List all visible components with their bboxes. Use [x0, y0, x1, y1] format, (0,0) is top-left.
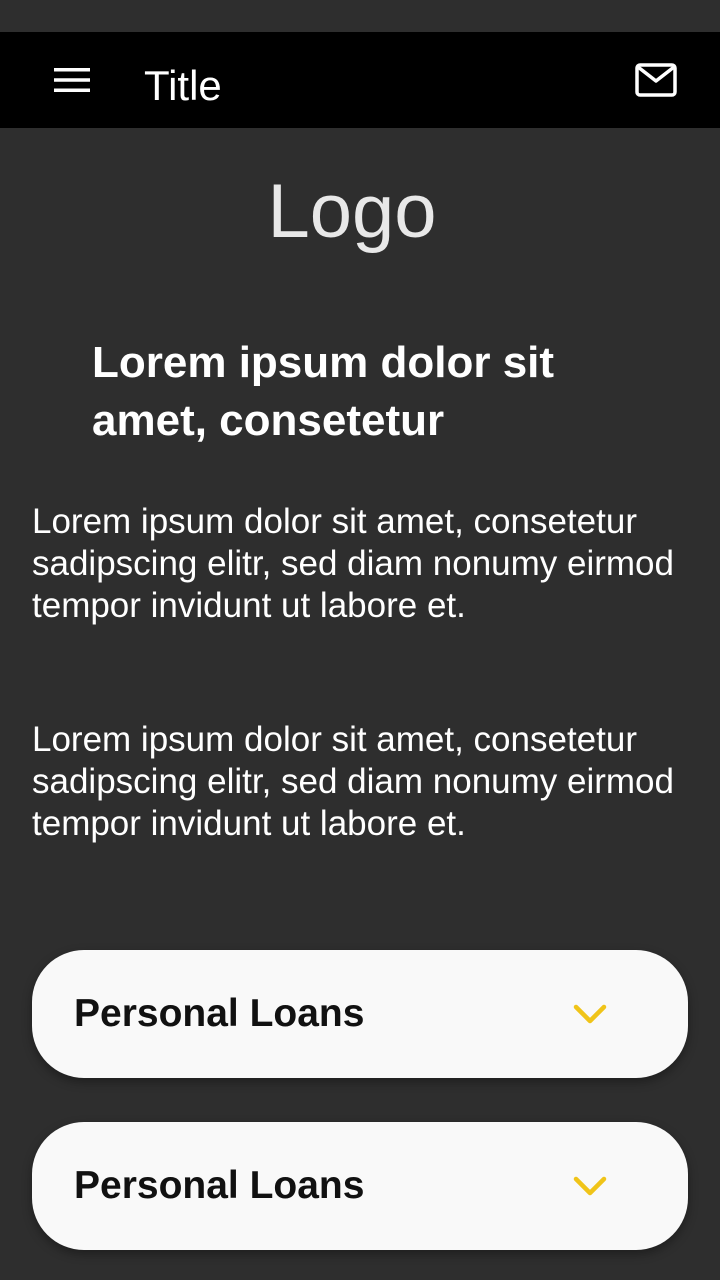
accordion-label: Personal Loans: [74, 1164, 365, 1207]
status-bar: [0, 0, 720, 32]
accordion-personal-loans[interactable]: Personal Loans: [32, 1122, 688, 1250]
body-paragraph: Lorem ipsum dolor sit amet, consetetur s…: [32, 720, 674, 843]
mail-button[interactable]: [628, 56, 684, 104]
app-bar: Title: [0, 32, 720, 128]
mail-icon: [635, 63, 677, 97]
chevron-down-icon: [568, 996, 612, 1032]
page-title: Title: [144, 62, 222, 109]
headline: Lorem ipsum dolor sit amet, consetetur: [92, 338, 555, 445]
hamburger-menu-icon: [54, 68, 90, 92]
menu-button[interactable]: [36, 60, 108, 100]
accordion-label: Personal Loans: [74, 992, 365, 1035]
logo: Logo: [267, 169, 437, 254]
accordion-personal-loans[interactable]: Personal Loans: [32, 950, 688, 1078]
chevron-down-icon: [568, 1168, 612, 1204]
body-paragraph: Lorem ipsum dolor sit amet, consetetur s…: [32, 502, 674, 625]
